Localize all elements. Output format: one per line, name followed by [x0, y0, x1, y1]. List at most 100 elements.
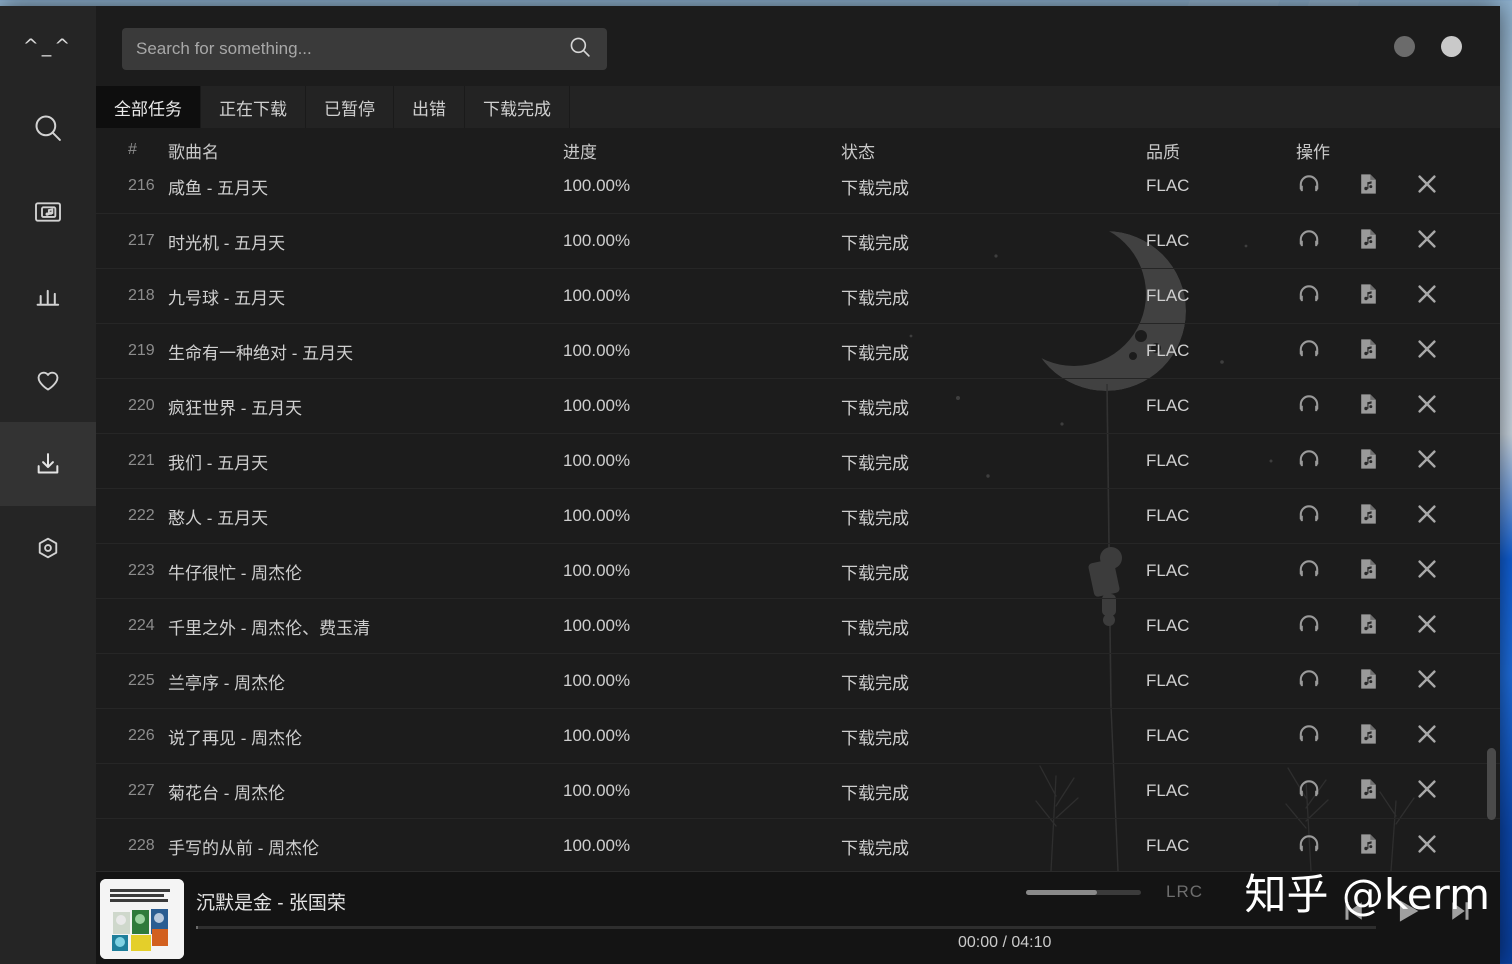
music-file-icon[interactable]	[1356, 281, 1380, 312]
headphones-icon[interactable]	[1296, 721, 1322, 752]
table-row[interactable]: 217 时光机 - 五月天 100.00% 下载完成 FLAC	[96, 214, 1500, 269]
table-row[interactable]: 216 咸鱼 - 五月天 100.00% 下载完成 FLAC	[96, 172, 1500, 214]
tab-completed[interactable]: 下载完成	[465, 86, 570, 128]
table-row[interactable]: 227 菊花台 - 周杰伦 100.00% 下载完成 FLAC	[96, 764, 1500, 819]
row-index: 219	[128, 342, 155, 359]
minimize-button[interactable]	[1394, 36, 1415, 57]
music-file-icon[interactable]	[1356, 336, 1380, 367]
close-button[interactable]	[1441, 36, 1462, 57]
row-status: 下载完成	[841, 838, 909, 858]
row-index: 224	[128, 617, 155, 634]
headphones-icon[interactable]	[1296, 446, 1322, 477]
headphones-icon[interactable]	[1296, 611, 1322, 642]
table-row[interactable]: 223 牛仔很忙 - 周杰伦 100.00% 下载完成 FLAC	[96, 544, 1500, 599]
cancel-icon[interactable]	[1414, 666, 1440, 697]
scrollbar-thumb[interactable]	[1487, 748, 1496, 820]
row-progress: 100.00%	[563, 286, 631, 305]
cancel-icon[interactable]	[1414, 831, 1440, 862]
row-actions	[1296, 172, 1500, 202]
cancel-icon[interactable]	[1414, 226, 1440, 257]
music-file-icon[interactable]	[1356, 226, 1380, 257]
music-file-icon[interactable]	[1356, 776, 1380, 807]
tab-error[interactable]: 出错	[394, 86, 465, 128]
music-file-icon[interactable]	[1356, 556, 1380, 587]
lrc-button[interactable]: LRC	[1166, 882, 1203, 902]
headphones-icon[interactable]	[1296, 831, 1322, 862]
sidebar-item-downloads[interactable]	[0, 422, 96, 506]
player-bar: 沉默是金 - 张国荣 LRC 00:00 / 04:10	[96, 871, 1500, 964]
search-box[interactable]	[122, 28, 607, 70]
music-file-icon[interactable]	[1356, 831, 1380, 862]
album-cover[interactable]	[100, 879, 184, 959]
vertical-scrollbar[interactable]	[1487, 128, 1496, 871]
table-row[interactable]: 219 生命有一种绝对 - 五月天 100.00% 下载完成 FLAC	[96, 324, 1500, 379]
now-playing-title: 沉默是金 - 张国荣	[196, 893, 346, 914]
tab-downloading[interactable]: 正在下载	[201, 86, 306, 128]
table-row[interactable]: 220 疯狂世界 - 五月天 100.00% 下载完成 FLAC	[96, 379, 1500, 434]
cancel-icon[interactable]	[1414, 721, 1440, 752]
playback-progress-bar[interactable]	[196, 926, 1376, 929]
app-window: ^_^ Search for something... 全部任务 正在下载 已暂…	[0, 6, 1500, 964]
cancel-icon[interactable]	[1414, 776, 1440, 807]
sidebar-item-search[interactable]	[0, 86, 96, 170]
cancel-icon[interactable]	[1414, 611, 1440, 642]
row-index: 221	[128, 452, 155, 469]
tab-all-tasks[interactable]: 全部任务	[96, 86, 201, 128]
table-row[interactable]: 224 千里之外 - 周杰伦、费玉清 100.00% 下载完成 FLAC	[96, 599, 1500, 654]
cancel-icon[interactable]	[1414, 336, 1440, 367]
cancel-icon[interactable]	[1414, 556, 1440, 587]
row-quality: FLAC	[1146, 231, 1190, 250]
row-actions	[1296, 831, 1500, 862]
music-file-icon[interactable]	[1356, 172, 1380, 202]
headphones-icon[interactable]	[1296, 501, 1322, 532]
sidebar-item-ranking[interactable]	[0, 254, 96, 338]
sidebar-item-favorites[interactable]	[0, 338, 96, 422]
column-header-status: 状态	[841, 142, 875, 162]
table-row[interactable]: 221 我们 - 五月天 100.00% 下载完成 FLAC	[96, 434, 1500, 489]
music-file-icon[interactable]	[1356, 446, 1380, 477]
cancel-icon[interactable]	[1414, 391, 1440, 422]
music-file-icon[interactable]	[1356, 391, 1380, 422]
headphones-icon[interactable]	[1296, 226, 1322, 257]
headphones-icon[interactable]	[1296, 666, 1322, 697]
table-row[interactable]: 225 兰亭序 - 周杰伦 100.00% 下载完成 FLAC	[96, 654, 1500, 709]
sidebar-item-settings[interactable]	[0, 506, 96, 590]
music-file-icon[interactable]	[1356, 611, 1380, 642]
tab-paused[interactable]: 已暂停	[306, 86, 394, 128]
next-button[interactable]	[1444, 896, 1478, 931]
cancel-icon[interactable]	[1414, 172, 1440, 202]
row-quality: FLAC	[1146, 726, 1190, 745]
table-row[interactable]: 228 手写的从前 - 周杰伦 100.00% 下载完成 FLAC	[96, 819, 1500, 871]
row-actions	[1296, 226, 1500, 257]
volume-slider[interactable]	[1026, 890, 1141, 895]
headphones-icon[interactable]	[1296, 776, 1322, 807]
play-button[interactable]	[1388, 894, 1426, 933]
search-icon[interactable]	[567, 34, 593, 65]
row-progress: 100.00%	[563, 451, 631, 470]
row-quality: FLAC	[1146, 561, 1190, 580]
table-row[interactable]: 222 憨人 - 五月天 100.00% 下载完成 FLAC	[96, 489, 1500, 544]
cancel-icon[interactable]	[1414, 281, 1440, 312]
headphones-icon[interactable]	[1296, 281, 1322, 312]
music-file-icon[interactable]	[1356, 721, 1380, 752]
row-quality: FLAC	[1146, 506, 1190, 525]
headphones-icon[interactable]	[1296, 172, 1322, 202]
headphones-icon[interactable]	[1296, 391, 1322, 422]
row-actions	[1296, 666, 1500, 697]
table-row[interactable]: 218 九号球 - 五月天 100.00% 下载完成 FLAC	[96, 269, 1500, 324]
sidebar-item-albums[interactable]	[0, 170, 96, 254]
row-progress: 100.00%	[563, 781, 631, 800]
table-row[interactable]: 226 说了再见 - 周杰伦 100.00% 下载完成 FLAC	[96, 709, 1500, 764]
previous-button[interactable]	[1336, 896, 1370, 931]
row-progress: 100.00%	[563, 671, 631, 690]
row-index: 226	[128, 727, 155, 744]
headphones-icon[interactable]	[1296, 336, 1322, 367]
row-progress: 100.00%	[563, 506, 631, 525]
cancel-icon[interactable]	[1414, 446, 1440, 477]
search-input[interactable]	[136, 39, 567, 59]
music-file-icon[interactable]	[1356, 501, 1380, 532]
headphones-icon[interactable]	[1296, 556, 1322, 587]
column-header-name: 歌曲名	[168, 142, 219, 162]
cancel-icon[interactable]	[1414, 501, 1440, 532]
music-file-icon[interactable]	[1356, 666, 1380, 697]
